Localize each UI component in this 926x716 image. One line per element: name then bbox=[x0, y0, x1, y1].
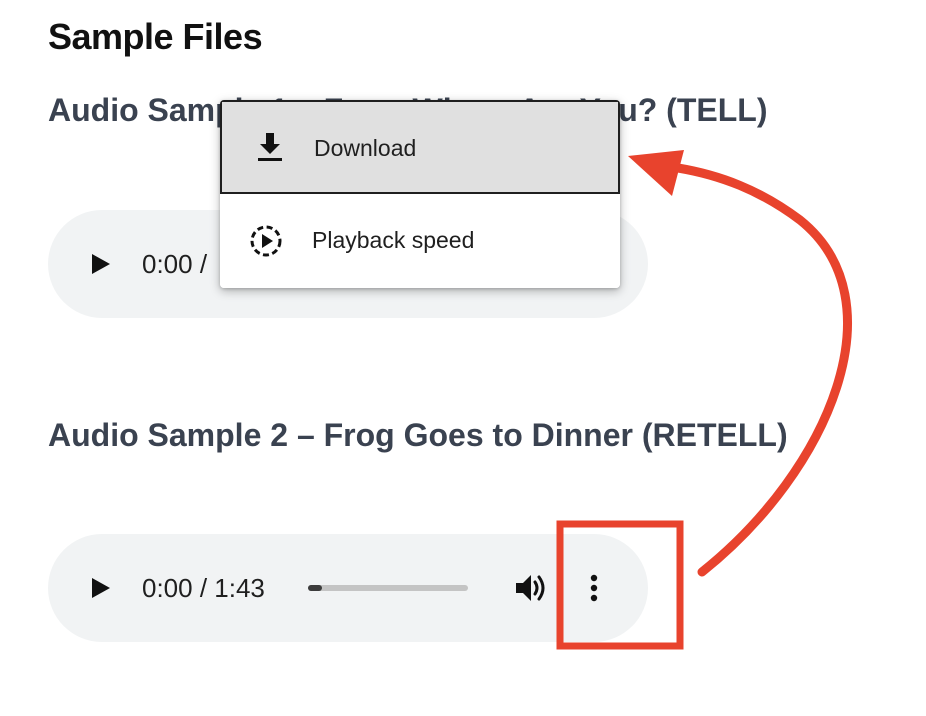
seek-progress bbox=[308, 585, 322, 591]
sample-2-heading: Audio Sample 2 – Frog Goes to Dinner (RE… bbox=[48, 417, 788, 453]
player-options-menu: Download Playback speed bbox=[220, 100, 620, 288]
play-icon bbox=[92, 578, 110, 598]
menu-item-label: Playback speed bbox=[312, 227, 475, 253]
play-button[interactable] bbox=[88, 252, 112, 276]
annotation-arrow-line bbox=[673, 163, 852, 577]
download-icon bbox=[252, 129, 288, 165]
audio-player-2[interactable]: 0:00 / 1:43 bbox=[48, 534, 648, 642]
time-display: 0:00 / bbox=[142, 249, 208, 279]
volume-icon bbox=[516, 575, 545, 601]
more-options-icon bbox=[590, 574, 598, 602]
time-display: 0:00 / 1:43 bbox=[142, 573, 265, 603]
menu-item-download[interactable]: Download bbox=[220, 100, 620, 194]
volume-button[interactable] bbox=[514, 572, 548, 604]
menu-item-playback-speed[interactable]: Playback speed bbox=[220, 194, 620, 288]
playback-speed-icon bbox=[248, 223, 284, 259]
play-icon bbox=[92, 254, 110, 274]
menu-item-label: Download bbox=[314, 135, 417, 161]
more-options-button[interactable] bbox=[584, 570, 604, 606]
annotation-arrow-head bbox=[628, 150, 684, 196]
play-button[interactable] bbox=[88, 576, 112, 600]
seek-slider[interactable] bbox=[308, 585, 468, 591]
page-title: Sample Files bbox=[48, 16, 263, 57]
